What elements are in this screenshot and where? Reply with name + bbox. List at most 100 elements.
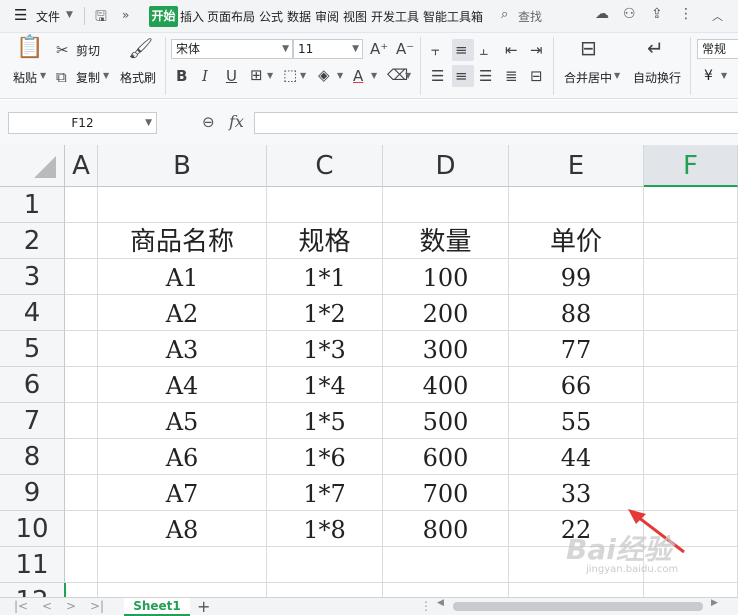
merge-center-icon[interactable]: ⊟ <box>580 38 597 58</box>
cut-button[interactable]: 剪切 <box>76 42 100 59</box>
row-header-11[interactable]: 11 <box>0 547 65 583</box>
cell-b5[interactable]: A3 <box>98 331 267 367</box>
cell-a2[interactable] <box>65 223 98 259</box>
row-header-1[interactable]: 1 <box>0 187 65 223</box>
column-header-a[interactable]: A <box>65 145 98 187</box>
cell-d2[interactable]: 数量 <box>383 223 509 259</box>
tab-insert[interactable]: 插入 <box>180 8 204 25</box>
cell-c2[interactable]: 规格 <box>267 223 383 259</box>
cell-e3[interactable]: 99 <box>509 259 644 295</box>
cell-c6[interactable]: 1*4 <box>267 367 383 403</box>
cell-style-icon[interactable]: ⬚ <box>283 66 297 84</box>
cell-d10[interactable]: 800 <box>383 511 509 547</box>
format-painter-button[interactable]: 格式刷 <box>120 69 156 86</box>
cell-a10[interactable] <box>65 511 98 547</box>
more-double-chevron-icon[interactable]: » <box>122 8 129 22</box>
align-bottom-icon[interactable]: ⫠ <box>479 41 488 59</box>
more-options-icon[interactable]: ⋮ <box>679 6 693 22</box>
cell-d4[interactable]: 200 <box>383 295 509 331</box>
align-right-icon[interactable]: ☰ <box>479 67 492 85</box>
column-header-b[interactable]: B <box>98 145 267 187</box>
hamburger-menu-icon[interactable]: ☰ <box>14 6 27 24</box>
wrap-text-button[interactable]: 自动换行 <box>633 69 681 86</box>
column-header-d[interactable]: D <box>383 145 509 187</box>
zoom-search-icon[interactable]: ⊖ <box>202 113 215 131</box>
column-header-e[interactable]: E <box>509 145 644 187</box>
row-header-6[interactable]: 6 <box>0 367 65 403</box>
cell-b12[interactable] <box>98 583 267 597</box>
cell-c8[interactable]: 1*6 <box>267 439 383 475</box>
tab-review[interactable]: 审阅 <box>315 8 339 25</box>
cell-f12[interactable] <box>644 583 738 597</box>
cell-a7[interactable] <box>65 403 98 439</box>
tab-scroll-divider-icon[interactable]: ⋮ <box>420 598 432 615</box>
tab-page-layout[interactable]: 页面布局 <box>207 8 255 25</box>
cut-icon[interactable]: ✂ <box>56 41 69 59</box>
cell-a9[interactable] <box>65 475 98 511</box>
cell-a6[interactable] <box>65 367 98 403</box>
scroll-right-icon[interactable]: ▶ <box>711 598 718 608</box>
search-icon[interactable]: ⌕ <box>501 7 508 22</box>
cell-a5[interactable] <box>65 331 98 367</box>
decrease-indent-icon[interactable]: ⇤ <box>505 41 518 59</box>
tab-view[interactable]: 视图 <box>343 8 367 25</box>
cell-c7[interactable]: 1*5 <box>267 403 383 439</box>
cell-b8[interactable]: A6 <box>98 439 267 475</box>
cell-a12[interactable] <box>65 583 98 597</box>
cell-b11[interactable] <box>98 547 267 583</box>
cell-d5[interactable]: 300 <box>383 331 509 367</box>
merge-chevron-icon[interactable]: ▼ <box>614 71 620 80</box>
row-header-5[interactable]: 5 <box>0 331 65 367</box>
cell-f3[interactable] <box>644 259 738 295</box>
paste-button[interactable]: 粘贴 <box>13 69 37 86</box>
copy-icon[interactable]: ⧉ <box>56 68 67 86</box>
formula-input[interactable] <box>254 112 738 134</box>
row-header-3[interactable]: 3 <box>0 259 65 295</box>
increase-font-icon[interactable]: A⁺ <box>370 40 388 58</box>
cell-b3[interactable]: A1 <box>98 259 267 295</box>
cell-b1[interactable] <box>98 187 267 223</box>
tab-home[interactable]: 开始 <box>149 6 178 27</box>
decrease-font-icon[interactable]: A⁻ <box>396 40 414 58</box>
cell-d12[interactable] <box>383 583 509 597</box>
horizontal-scroll-thumb[interactable] <box>453 602 703 611</box>
add-sheet-button[interactable]: + <box>197 598 210 615</box>
column-header-f[interactable]: F <box>644 145 738 187</box>
column-header-c[interactable]: C <box>267 145 383 187</box>
borders-chevron-icon[interactable]: ▼ <box>267 71 273 80</box>
file-menu[interactable]: 文件 <box>36 8 60 25</box>
cell-f4[interactable] <box>644 295 738 331</box>
cell-e8[interactable]: 44 <box>509 439 644 475</box>
wrap-text-icon[interactable]: ↵ <box>647 38 664 58</box>
search-box[interactable]: 查找 <box>518 8 542 25</box>
currency-chevron-icon[interactable]: ▼ <box>721 71 727 80</box>
row-header-8[interactable]: 8 <box>0 439 65 475</box>
cell-c5[interactable]: 1*3 <box>267 331 383 367</box>
cell-a11[interactable] <box>65 547 98 583</box>
font-color-icon[interactable]: A <box>353 67 363 85</box>
italic-icon[interactable]: I <box>202 67 208 85</box>
number-format-select[interactable]: 常规 <box>697 39 738 59</box>
share-icon[interactable]: ⇪ <box>651 6 663 22</box>
cell-b6[interactable]: A4 <box>98 367 267 403</box>
next-sheet-icon[interactable]: > <box>66 598 76 615</box>
select-all-corner[interactable] <box>0 145 65 187</box>
paste-chevron-icon[interactable]: ▼ <box>40 71 46 80</box>
cell-c9[interactable]: 1*7 <box>267 475 383 511</box>
underline-icon[interactable]: U <box>226 67 237 85</box>
align-middle-icon[interactable]: ≡ <box>455 41 468 59</box>
cell-d6[interactable]: 400 <box>383 367 509 403</box>
cell-e2[interactable]: 单价 <box>509 223 644 259</box>
cell-b2[interactable]: 商品名称 <box>98 223 267 259</box>
tab-developer[interactable]: 开发工具 <box>371 8 419 25</box>
file-menu-chevron-icon[interactable]: ▼ <box>66 10 73 20</box>
currency-format-button[interactable]: ¥ <box>704 68 713 84</box>
align-center-icon[interactable]: ≡ <box>455 67 468 85</box>
borders-icon[interactable]: ⊞ <box>250 66 263 84</box>
cell-c1[interactable] <box>267 187 383 223</box>
cell-e6[interactable]: 66 <box>509 367 644 403</box>
first-sheet-icon[interactable]: |< <box>14 598 28 615</box>
cell-f1[interactable] <box>644 187 738 223</box>
increase-indent-icon[interactable]: ⇥ <box>530 41 543 59</box>
cell-a3[interactable] <box>65 259 98 295</box>
